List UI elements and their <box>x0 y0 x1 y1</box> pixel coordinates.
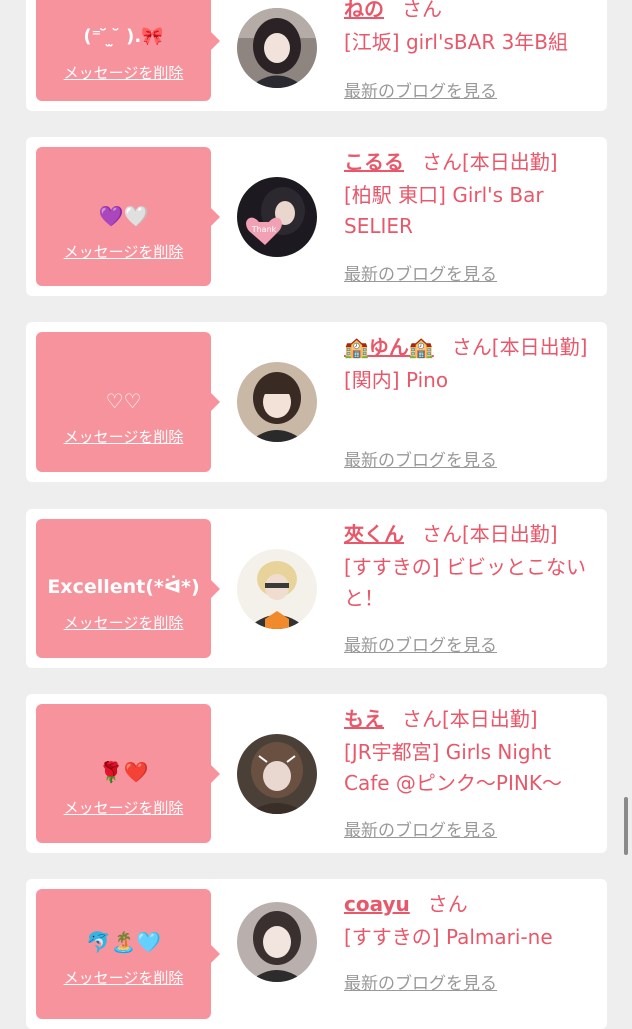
message-text: 💜🤍 <box>98 204 149 228</box>
list-item: 💜🤍 メッセージを削除 Thank こるる さん[本日出勤] [柏駅 東口] Gi… <box>26 137 607 296</box>
user-info: 🏫ゆん🏫 さん[本日出勤] [関内] Pino <box>344 332 594 396</box>
message-text: (⁼ ̆ ̫ ̆ ).🎀 <box>83 26 164 47</box>
girl-photo-icon <box>237 8 317 88</box>
list-item: Excellent(*ᐛ*) メッセージを削除 夾くん さん[本日出勤] [すすき… <box>26 509 607 668</box>
user-suffix: さん <box>402 0 442 21</box>
shop-name: [JR宇都宮] Girls Night Cafe @ピンク〜PINK〜 <box>344 740 562 795</box>
message-bubble: Excellent(*ᐛ*) メッセージを削除 <box>36 519 220 658</box>
shop-name: [すすきの] Palmari-ne <box>344 925 553 949</box>
user-name-link[interactable]: もえ <box>344 707 384 731</box>
delete-message-link[interactable]: メッセージを削除 <box>64 241 184 262</box>
list-item: (⁼ ̆ ̫ ̆ ).🎀 メッセージを削除 ねの さん [江坂] girl'sBA… <box>26 0 607 111</box>
girl-photo-icon <box>237 734 317 814</box>
shop-name: [江坂] girl'sBAR 3年B組 <box>344 30 569 54</box>
latest-blog-link[interactable]: 最新のブログを見る <box>344 446 497 471</box>
girl-photo-icon <box>237 902 317 982</box>
user-name-link[interactable]: coayu <box>344 892 410 916</box>
latest-blog-link[interactable]: 最新のブログを見る <box>344 816 497 841</box>
delete-message-link[interactable]: メッセージを削除 <box>64 967 184 988</box>
user-suffix: さん[本日出勤] <box>422 150 558 174</box>
user-name-link[interactable]: 夾くん <box>344 522 404 546</box>
blond-boy-photo-icon <box>237 549 317 629</box>
user-name-link[interactable]: こるる <box>344 150 404 174</box>
avatar[interactable] <box>237 8 317 88</box>
scrollbar-thumb[interactable] <box>624 797 628 855</box>
user-info: ねの さん [江坂] girl'sBAR 3年B組 <box>344 0 594 58</box>
list-item: 🐬🏝️🩵 メッセージを削除 coayu さん [すすきの] Palmari-ne … <box>26 879 607 1029</box>
message-text: ♡♡ <box>105 388 142 413</box>
message-text: 🌹❤️ <box>98 760 149 784</box>
latest-blog-link[interactable]: 最新のブログを見る <box>344 77 497 102</box>
user-info: 夾くん さん[本日出勤] [すすきの] ビビッとこないと！ <box>344 519 594 614</box>
message-text: 🐬🏝️🩵 <box>86 929 161 954</box>
thank-you-heart-photo-icon: Thank <box>237 177 317 257</box>
user-name-link[interactable]: 🏫ゆん🏫 <box>344 335 434 359</box>
user-info: coayu さん [すすきの] Palmari-ne <box>344 889 594 953</box>
latest-blog-link[interactable]: 最新のブログを見る <box>344 969 497 994</box>
message-bubble: 💜🤍 メッセージを削除 <box>36 147 220 286</box>
shop-name: [すすきの] ビビッとこないと！ <box>344 555 586 610</box>
user-suffix: さん[本日出勤] <box>451 335 588 359</box>
avatar[interactable] <box>237 734 317 814</box>
avatar[interactable] <box>237 362 317 442</box>
delete-message-link[interactable]: メッセージを削除 <box>64 62 184 83</box>
avatar[interactable] <box>237 902 317 982</box>
delete-message-link[interactable]: メッセージを削除 <box>64 797 184 818</box>
delete-message-link[interactable]: メッセージを削除 <box>64 612 184 633</box>
svg-text:Thank: Thank <box>251 225 277 234</box>
user-suffix: さん[本日出勤] <box>402 707 538 731</box>
user-suffix: さん[本日出勤] <box>422 522 558 546</box>
message-bubble: 🌹❤️ メッセージを削除 <box>36 704 220 843</box>
list-item: ♡♡ メッセージを削除 🏫ゆん🏫 さん[本日出勤] [関内] Pino 最新のブロ… <box>26 322 607 482</box>
message-text: Excellent(*ᐛ*) <box>47 576 200 598</box>
message-bubble: (⁼ ̆ ̫ ̆ ).🎀 メッセージを削除 <box>36 0 220 101</box>
shop-name: [柏駅 東口] Girl's Bar SELIER <box>344 183 544 238</box>
avatar[interactable] <box>237 549 317 629</box>
user-info: もえ さん[本日出勤] [JR宇都宮] Girls Night Cafe @ピンク… <box>344 704 594 799</box>
latest-blog-link[interactable]: 最新のブログを見る <box>344 631 497 656</box>
user-info: こるる さん[本日出勤] [柏駅 東口] Girl's Bar SELIER <box>344 147 594 242</box>
latest-blog-link[interactable]: 最新のブログを見る <box>344 260 497 285</box>
user-suffix: さん <box>427 892 468 916</box>
list-item: 🌹❤️ メッセージを削除 もえ さん[本日出勤] [JR宇都宮] Girls Ni… <box>26 694 607 853</box>
avatar[interactable]: Thank <box>237 177 317 257</box>
user-name-link[interactable]: ねの <box>344 0 384 21</box>
shop-name: [関内] Pino <box>344 368 449 392</box>
girl-photo-icon <box>237 362 317 442</box>
delete-message-link[interactable]: メッセージを削除 <box>64 426 184 447</box>
message-bubble: ♡♡ メッセージを削除 <box>36 332 220 472</box>
